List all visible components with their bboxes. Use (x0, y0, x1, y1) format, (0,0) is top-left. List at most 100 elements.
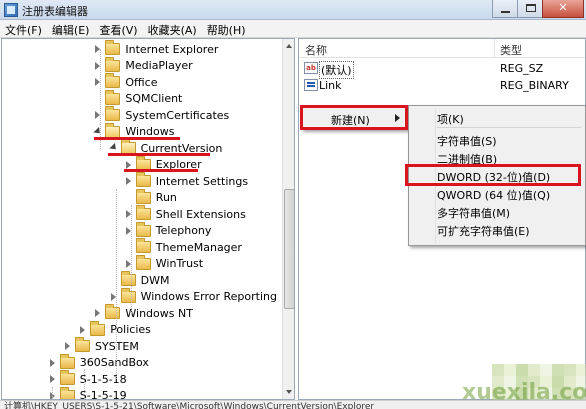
tree-guide-line (100, 49, 101, 149)
folder-icon (75, 337, 90, 352)
folder-icon (135, 205, 151, 220)
tree-node-label: S-1-5-18 (79, 372, 127, 386)
scroll-down-arrow-icon[interactable] (283, 385, 294, 399)
highlight-frame-new (300, 105, 408, 130)
column-header-name[interactable]: 名称 (305, 42, 327, 58)
tree-guide-line (131, 205, 132, 315)
expand-arrow-icon[interactable] (49, 358, 57, 367)
menu-2[interactable]: 查看(V) (94, 20, 142, 37)
watermark-tile (564, 364, 576, 376)
collapse-arrow-icon[interactable] (110, 144, 118, 152)
submenu-item[interactable]: 可扩充字符串值(E) (411, 220, 583, 238)
watermark-text: xuexila.com (462, 380, 586, 405)
folder-icon (59, 370, 75, 385)
expand-arrow-icon[interactable] (49, 375, 57, 383)
tree-node[interactable]: Run (125, 188, 177, 206)
minimize-button[interactable] (492, 0, 518, 18)
value-name: Link (319, 79, 342, 92)
tree-node[interactable]: Shell Extensions (125, 205, 246, 222)
folder-icon (59, 353, 75, 369)
close-button[interactable]: ✕ (542, 0, 584, 18)
tree-node-label: Internet Explorer (125, 42, 219, 56)
binary-value-icon (304, 79, 318, 91)
submenu-item[interactable]: 多字符串值(M) (411, 202, 583, 220)
list-item[interactable]: ab (默认) REG_SZ (299, 60, 585, 79)
folder-icon (135, 221, 151, 237)
expand-arrow-icon[interactable] (125, 160, 133, 169)
column-header-type[interactable]: 类型 (500, 42, 522, 58)
submenu-item-label: 字符串值(S) (437, 135, 497, 148)
menu-3[interactable]: 收藏夹(A) (143, 20, 202, 37)
tree-node[interactable]: DWM (110, 271, 169, 288)
list-header: 名称 类型 (299, 39, 585, 58)
tree-node[interactable]: Internet Settings (125, 172, 249, 189)
tree-node[interactable]: Office (94, 73, 158, 90)
watermark-tile (576, 364, 586, 376)
tree-node[interactable]: SystemCertificates (94, 106, 229, 123)
tree-node-label: Internet Settings (155, 174, 249, 188)
menu-1[interactable]: 编辑(E) (47, 20, 95, 37)
folder-icon (135, 254, 151, 270)
menu-separator (437, 127, 581, 128)
menu-4[interactable]: 帮助(H) (202, 20, 251, 37)
list-item[interactable]: Link REG_BINARY (299, 77, 585, 93)
tree-node[interactable]: SQMClient (94, 89, 183, 107)
folder-icon (90, 320, 106, 336)
expand-arrow-icon[interactable] (94, 45, 102, 53)
expand-arrow-icon[interactable] (94, 111, 102, 119)
scroll-thumb[interactable] (284, 189, 294, 309)
open-folder-icon (105, 122, 121, 138)
tree-leaf-spacer (125, 194, 133, 202)
tree-vertical-scrollbar[interactable] (282, 39, 294, 399)
close-icon: ✕ (558, 1, 568, 14)
expand-arrow-icon[interactable] (64, 342, 72, 350)
expand-arrow-icon[interactable] (94, 309, 102, 317)
tree-node[interactable]: Internet Explorer (94, 40, 219, 57)
submenu-item[interactable]: 项(K) (411, 108, 583, 126)
string-value-icon: ab (304, 62, 318, 74)
value-type: REG_BINARY (500, 79, 569, 92)
folder-icon (105, 106, 121, 121)
menu-0[interactable]: 文件(F) (0, 20, 47, 37)
tree-node-label: Shell Extensions (155, 207, 246, 221)
tree-node[interactable]: MediaPlayer (94, 56, 193, 74)
folder-icon (105, 89, 121, 105)
folder-icon (120, 287, 136, 303)
tree-node[interactable]: Windows Error Reporting (110, 287, 277, 305)
tree-node-label: 360SandBox (79, 356, 149, 369)
maximize-button[interactable] (517, 0, 543, 18)
tree-node[interactable]: WinTrust (125, 254, 203, 272)
collapse-arrow-icon[interactable] (94, 128, 102, 136)
tree-node[interactable]: Telephony (125, 221, 211, 239)
scroll-up-arrow-icon[interactable] (283, 39, 294, 53)
expand-arrow-icon[interactable] (125, 177, 133, 185)
tree-node[interactable]: Windows NT (94, 304, 193, 321)
tree-leaf-spacer (94, 95, 102, 103)
tree-node[interactable]: S-1-5-18 (49, 370, 127, 387)
tree-node-label: SQMClient (125, 92, 183, 105)
expand-arrow-icon[interactable] (79, 325, 87, 334)
annotation-underline-currentversion (108, 153, 210, 156)
registry-key-tree[interactable]: Internet Explorer MediaPlayer Office SQMCli… (1, 38, 295, 400)
submenu-item[interactable]: 字符串值(S) (411, 130, 583, 148)
expand-arrow-icon[interactable] (94, 61, 102, 70)
tree-node[interactable]: ThemeManager (125, 238, 242, 255)
watermark-tile (528, 364, 540, 376)
new-submenu: 项(K) 字符串值(S) 二进制值(B) DWORD (32-位)值(D) QWORD … (405, 105, 586, 246)
folder-icon (135, 238, 151, 253)
tree-node[interactable]: SYSTEM (64, 337, 139, 354)
annotation-underline-explorer (124, 169, 198, 172)
tree-node-label: Office (125, 75, 158, 89)
watermark-tile (492, 364, 504, 376)
expand-arrow-icon[interactable] (94, 78, 102, 86)
column-divider[interactable] (494, 39, 495, 58)
tree-node-label: Windows NT (125, 306, 193, 320)
tree-guide-line (52, 387, 53, 399)
annotation-underline-windows (94, 137, 180, 140)
submenu-item-label: 可扩充字符串值(E) (437, 225, 530, 238)
tree-node[interactable]: S-1-5-19 (49, 386, 127, 399)
submenu-item[interactable]: QWORD (64 位)值(Q) (411, 184, 583, 202)
tree-node[interactable]: 360SandBox (49, 353, 149, 371)
maximize-icon (526, 4, 536, 12)
submenu-item-label: QWORD (64 位)值(Q) (437, 189, 551, 202)
